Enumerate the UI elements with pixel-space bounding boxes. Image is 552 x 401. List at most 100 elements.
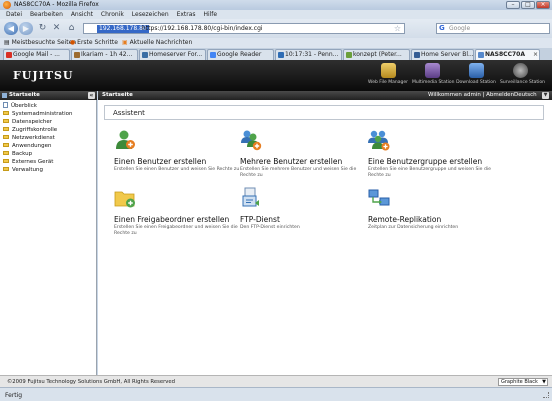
tab-nas-active[interactable]: NAS8CC70A × bbox=[475, 49, 540, 60]
forum-icon bbox=[142, 52, 148, 58]
menubar: Datei Bearbeiten Ansicht Chronik Lesezei… bbox=[0, 10, 552, 19]
group-add-icon bbox=[368, 130, 390, 151]
sidebar-item-zugriffskontrolle[interactable]: Zugriffskontrolle bbox=[3, 126, 57, 134]
url-bar[interactable]: 192.168.178.80 https://192.168.178.80/cg… bbox=[83, 23, 405, 34]
window-title: NAS8CC70A - Mozilla Firefox bbox=[14, 1, 99, 8]
home-page-icon bbox=[2, 93, 7, 98]
blog-icon bbox=[414, 52, 420, 58]
sidebar-item-externes-geraet[interactable]: Externes Gerät bbox=[3, 158, 53, 166]
search-placeholder: Google bbox=[449, 25, 471, 32]
page-icon bbox=[3, 101, 8, 108]
folder-icon bbox=[3, 158, 9, 163]
download-station-button[interactable]: Download Station bbox=[456, 63, 496, 85]
firefox-icon bbox=[3, 1, 11, 9]
browser-statusbar: Fertig bbox=[0, 387, 552, 401]
gmail-icon bbox=[6, 52, 12, 58]
tab-konzept[interactable]: konzept (Peter... bbox=[343, 49, 410, 60]
task-name: Remote-Replikation bbox=[368, 215, 442, 224]
copyright-text: ©2009 Fujitsu Technology Solutions GmbH,… bbox=[7, 379, 176, 385]
language-dropdown-icon[interactable]: ▼ bbox=[542, 92, 549, 99]
task-name: Einen Freigabeordner erstellen bbox=[114, 215, 230, 224]
replication-icon bbox=[368, 189, 390, 206]
folder-icon bbox=[3, 142, 9, 147]
doc-icon bbox=[346, 52, 352, 58]
tab-ikariam[interactable]: Ikariam - 1h 42... bbox=[71, 49, 138, 60]
download-station-icon bbox=[468, 63, 484, 78]
task-description: Zeitplan zur Datensicherung einrichten bbox=[368, 225, 459, 230]
back-button[interactable]: ◀ bbox=[4, 22, 18, 35]
tab-homeserver-forum[interactable]: Homeserver For... bbox=[139, 49, 206, 60]
task-create-multiple-users[interactable]: Mehrere Benutzer erstellen Erstellen Sie… bbox=[240, 129, 368, 178]
user-logout-link[interactable]: Willkommen admin | Abmelden bbox=[428, 91, 514, 100]
page-icon bbox=[278, 52, 284, 58]
task-description: Den FTP-Dienst einrichten bbox=[240, 225, 300, 230]
sidebar-item-verwaltung[interactable]: Verwaltung bbox=[3, 166, 43, 174]
surveillance-station-button[interactable]: Surveillance Station bbox=[500, 63, 545, 85]
google-icon[interactable]: G bbox=[439, 24, 445, 32]
window-titlebar: NAS8CC70A - Mozilla Firefox – □ × bbox=[0, 0, 552, 10]
sidebar-item-systemadministration[interactable]: Systemadministration bbox=[3, 110, 72, 118]
app-footer: ©2009 Fujitsu Technology Solutions GmbH,… bbox=[0, 375, 552, 387]
maximize-button[interactable]: □ bbox=[521, 1, 535, 9]
task-ftp-service[interactable]: FTP-Dienst Den FTP-Dienst einrichten bbox=[240, 187, 368, 231]
tab-google-reader[interactable]: Google Reader bbox=[207, 49, 274, 60]
menu-extras[interactable]: Extras bbox=[177, 11, 196, 18]
folder-icon bbox=[3, 150, 9, 155]
close-tab-icon[interactable]: × bbox=[533, 50, 538, 59]
content-header: Startseite Willkommen admin | Abmelden D… bbox=[98, 91, 552, 100]
sidebar-item-backup[interactable]: Backup bbox=[3, 150, 32, 158]
main-content: Startseite Willkommen admin | Abmelden D… bbox=[98, 91, 552, 375]
menu-bearbeiten[interactable]: Bearbeiten bbox=[30, 11, 63, 18]
multimedia-station-icon bbox=[424, 63, 440, 78]
resize-grip-icon[interactable] bbox=[543, 392, 549, 398]
search-input[interactable]: G Google bbox=[436, 23, 550, 34]
task-create-user-group[interactable]: Eine Benutzergruppe erstellen Erstellen … bbox=[368, 129, 496, 178]
sidebar-item-datenspeicher[interactable]: Datenspeicher bbox=[3, 118, 52, 126]
sidebar-header: Startseite « bbox=[0, 91, 97, 100]
task-create-user[interactable]: Einen Benutzer erstellen Erstellen Sie e… bbox=[114, 129, 242, 173]
web-file-manager-button[interactable]: Web File Manager bbox=[368, 63, 408, 85]
task-create-shared-folder[interactable]: Einen Freigabeordner erstellen Erstellen… bbox=[114, 187, 242, 236]
bookmark-most-visited[interactable]: ▤ Meistbesuchte Seiten bbox=[4, 39, 76, 46]
menu-datei[interactable]: Datei bbox=[6, 11, 22, 18]
sidebar-item-anwendungen[interactable]: Anwendungen bbox=[3, 142, 51, 150]
tab-home-server-blog[interactable]: Home Server Bl... bbox=[411, 49, 474, 60]
bookmark-first-steps[interactable]: ● Erste Schritte bbox=[70, 39, 118, 46]
task-name: Eine Benutzergruppe erstellen bbox=[368, 157, 483, 166]
forward-button[interactable]: ▶ bbox=[19, 22, 33, 35]
task-description: Erstellen Sie einen Benutzer und weisen … bbox=[114, 167, 240, 172]
sidebar-item-netzwerkdienst[interactable]: Netzwerkdienst bbox=[3, 134, 55, 142]
chevron-down-icon: ▼ bbox=[542, 379, 546, 385]
most-visited-icon: ▤ bbox=[4, 39, 12, 46]
multimedia-station-button[interactable]: Multimedia Station bbox=[412, 63, 454, 85]
language-select[interactable]: Deutsch bbox=[514, 91, 537, 100]
task-remote-replication[interactable]: Remote-Replikation Zeitplan zur Datensic… bbox=[368, 187, 496, 231]
menu-ansicht[interactable]: Ansicht bbox=[71, 11, 93, 18]
menu-chronik[interactable]: Chronik bbox=[101, 11, 124, 18]
assistant-panel-header: Assistent bbox=[104, 105, 544, 120]
menu-hilfe[interactable]: Hilfe bbox=[203, 11, 217, 18]
rss-icon: ▣ bbox=[122, 39, 130, 46]
theme-select[interactable]: Graphite Black ▼ bbox=[498, 378, 548, 386]
task-name: Einen Benutzer erstellen bbox=[114, 157, 207, 166]
menu-lesezeichen[interactable]: Lesezeichen bbox=[132, 11, 169, 18]
tab-google-mail[interactable]: Google Mail - ... bbox=[3, 49, 70, 60]
bookmark-news[interactable]: ▣ Aktuelle Nachrichten bbox=[122, 39, 192, 46]
collapse-sidebar-button[interactable]: « bbox=[88, 92, 95, 99]
home-icon[interactable]: ⌂ bbox=[66, 23, 77, 34]
navigation-toolbar: ◀ ▶ ↻ ✕ ⌂ 192.168.178.80 https://192.168… bbox=[0, 19, 552, 38]
stop-icon[interactable]: ✕ bbox=[51, 23, 62, 34]
fujitsu-logo: FUJITSU bbox=[13, 69, 74, 82]
sidebar: Startseite « Überblick Systemadministrat… bbox=[0, 91, 97, 375]
folder-icon bbox=[3, 166, 9, 171]
task-name: FTP-Dienst bbox=[240, 215, 280, 224]
tab-penn[interactable]: 10:17:31 - Penn... bbox=[275, 49, 342, 60]
sidebar-item-ueberblick[interactable]: Überblick bbox=[3, 101, 37, 110]
url-text: https://192.168.178.80/cgi-bin/index.cgi bbox=[142, 25, 263, 32]
minimize-button[interactable]: – bbox=[506, 1, 520, 9]
reload-icon[interactable]: ↻ bbox=[37, 23, 48, 34]
folder-icon bbox=[3, 126, 9, 131]
bookmark-star-icon[interactable]: ☆ bbox=[394, 24, 401, 33]
users-add-icon bbox=[241, 130, 262, 151]
close-button[interactable]: × bbox=[536, 1, 550, 9]
